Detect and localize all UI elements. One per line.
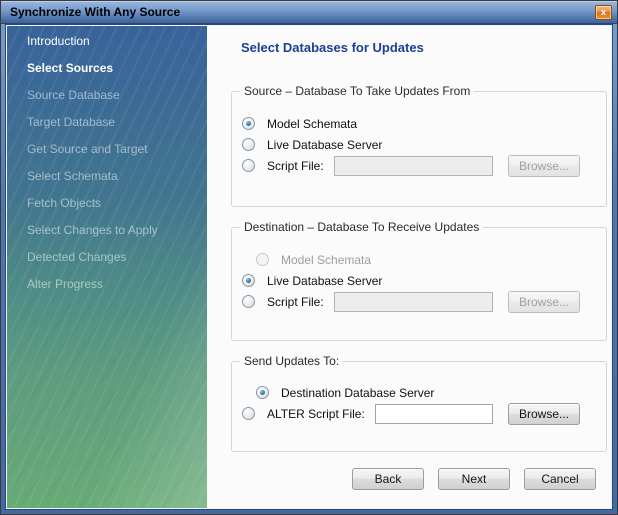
group-send-updates-to-title: Send Updates To: [240, 354, 343, 369]
group-send-updates-to: Send Updates To: Destination Database Se… [231, 361, 607, 452]
radio-send-alter-script-file[interactable] [242, 407, 255, 420]
radio-destination-script-file-label: Script File: [267, 295, 324, 309]
next-button[interactable]: Next [438, 468, 510, 490]
option-row: Script File: Browse... [242, 155, 580, 176]
sidebar-item-detected-changes: Detected Changes [7, 243, 207, 270]
back-button[interactable]: Back [352, 468, 424, 490]
radio-destination-live-database-server-label: Live Database Server [267, 274, 382, 288]
wizard-steps-sidebar: Introduction Select Sources Source Datab… [7, 26, 207, 508]
option-row: Destination Database Server [242, 382, 580, 403]
alter-browse-button[interactable]: Browse... [508, 403, 580, 425]
sidebar-item-introduction: Introduction [7, 27, 207, 54]
source-script-file-input [334, 156, 493, 176]
source-browse-button: Browse... [508, 155, 580, 177]
group-source: Source – Database To Take Updates From M… [231, 91, 607, 207]
radio-source-script-file[interactable] [242, 159, 255, 172]
sidebar-item-alter-progress: Alter Progress [7, 270, 207, 297]
sidebar-item-select-changes-to-apply: Select Changes to Apply [7, 216, 207, 243]
radio-send-destination-database-server[interactable] [256, 386, 269, 399]
cancel-button[interactable]: Cancel [524, 468, 596, 490]
radio-source-live-database-server-label: Live Database Server [267, 138, 382, 152]
page-title: Select Databases for Updates [241, 40, 611, 55]
radio-source-model-schemata-label: Model Schemata [267, 117, 357, 131]
group-destination-title: Destination – Database To Receive Update… [240, 220, 483, 235]
main-panel: Select Databases for Updates Source – Da… [207, 26, 611, 508]
option-row: Live Database Server [242, 270, 580, 291]
sidebar-item-fetch-objects: Fetch Objects [7, 189, 207, 216]
group-destination: Destination – Database To Receive Update… [231, 227, 607, 341]
radio-source-live-database-server[interactable] [242, 138, 255, 151]
close-icon: x [601, 7, 606, 17]
radio-source-model-schemata[interactable] [242, 117, 255, 130]
option-row: Model Schemata [242, 113, 580, 134]
client-area: Introduction Select Sources Source Datab… [5, 24, 613, 510]
option-row: ALTER Script File: Browse... [242, 403, 580, 424]
radio-send-alter-script-file-label: ALTER Script File: [267, 407, 365, 421]
radio-destination-script-file[interactable] [242, 295, 255, 308]
destination-script-file-input [334, 292, 493, 312]
option-row: Script File: Browse... [242, 291, 580, 312]
destination-browse-button: Browse... [508, 291, 580, 313]
window-title: Synchronize With Any Source [10, 5, 595, 19]
sidebar-item-source-database: Source Database [7, 81, 207, 108]
alter-script-file-input[interactable] [375, 404, 493, 424]
radio-send-destination-database-server-label: Destination Database Server [281, 386, 434, 400]
sidebar-item-get-source-and-target: Get Source and Target [7, 135, 207, 162]
sidebar-item-select-sources: Select Sources [7, 54, 207, 81]
dialog-window: Synchronize With Any Source x Introducti… [0, 0, 618, 515]
option-row: Model Schemata [242, 249, 580, 270]
option-row: Live Database Server [242, 134, 580, 155]
wizard-footer: Back Next Cancel [207, 468, 596, 490]
radio-destination-model-schemata-label: Model Schemata [281, 253, 371, 267]
radio-source-script-file-label: Script File: [267, 159, 324, 173]
sidebar-item-select-schemata: Select Schemata [7, 162, 207, 189]
radio-destination-model-schemata [256, 253, 269, 266]
titlebar[interactable]: Synchronize With Any Source x [1, 1, 617, 24]
group-source-title: Source – Database To Take Updates From [240, 84, 474, 99]
sidebar-item-target-database: Target Database [7, 108, 207, 135]
radio-destination-live-database-server[interactable] [242, 274, 255, 287]
close-button[interactable]: x [595, 5, 612, 20]
